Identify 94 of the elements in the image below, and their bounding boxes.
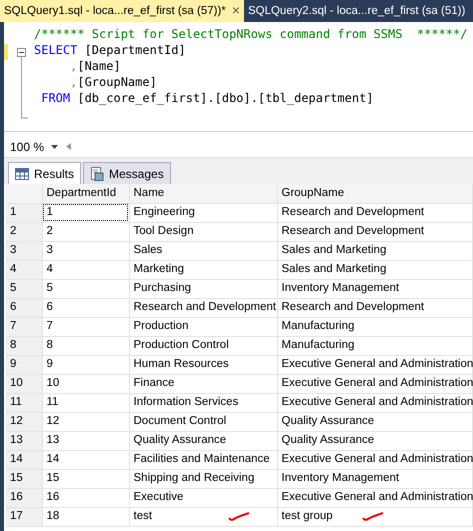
code-text: [GroupName] bbox=[77, 74, 157, 90]
column-header[interactable]: Name bbox=[129, 184, 277, 203]
row-number[interactable]: 6 bbox=[6, 298, 42, 317]
document-tab[interactable]: SQLQuery1.sql - loca...re_ef_first (sa (57))* × bbox=[0, 0, 244, 22]
table-cell: Engineering bbox=[129, 203, 277, 222]
table-cell: Production Control bbox=[129, 336, 277, 355]
table-cell: Production bbox=[129, 317, 277, 336]
document-tab[interactable]: SQLQuery2.sql - loca...re_ef_first (sa (51)) bbox=[244, 0, 470, 22]
grid-icon bbox=[15, 168, 29, 180]
table-cell: Facilities and Maintenance bbox=[129, 450, 277, 469]
table-cell: Marketing bbox=[129, 260, 277, 279]
table-cell: 8 bbox=[42, 336, 129, 355]
table-cell: Research and Development bbox=[129, 298, 277, 317]
change-marker bbox=[4, 44, 8, 60]
table-cell: 2 bbox=[42, 222, 129, 241]
table-cell: 9 bbox=[42, 355, 129, 374]
table-cell: Quality Assurance bbox=[277, 412, 472, 431]
close-button[interactable]: × bbox=[232, 3, 240, 17]
code-text: [db_core_ef_first].[dbo].[tbl_department] bbox=[76, 90, 374, 106]
row-number[interactable]: 17 bbox=[6, 507, 42, 526]
table-cell: Quality Assurance bbox=[277, 431, 472, 450]
results-tab[interactable]: Results bbox=[8, 162, 82, 185]
column-header[interactable]: GroupName bbox=[277, 184, 472, 203]
table-cell: Executive General and Administration bbox=[277, 393, 472, 412]
table-cell: Inventory Management bbox=[277, 279, 472, 298]
row-number[interactable]: 7 bbox=[6, 317, 42, 336]
table-cell: Executive General and Administration bbox=[277, 374, 472, 393]
table-cell: Tool Design bbox=[129, 222, 277, 241]
row-number[interactable]: 15 bbox=[6, 469, 42, 488]
table-cell: Human Resources bbox=[129, 355, 277, 374]
code-text: [Name] bbox=[77, 58, 121, 74]
code-text: FROM bbox=[40, 90, 70, 106]
table-cell: Executive General and Administration bbox=[277, 488, 472, 507]
check-mark-icon bbox=[362, 512, 384, 522]
table-cell: 7 bbox=[42, 317, 129, 336]
table-cell: Sales and Marketing bbox=[277, 260, 472, 279]
code-text: SELECT bbox=[34, 42, 78, 58]
table-cell: 14 bbox=[42, 450, 129, 469]
table-cell: Document Control bbox=[129, 412, 277, 431]
table-cell: test bbox=[129, 507, 277, 526]
table-cell: 13 bbox=[42, 431, 129, 450]
table-cell: 11 bbox=[42, 393, 129, 412]
table-cell: 16 bbox=[42, 488, 129, 507]
table-cell: Finance bbox=[129, 374, 277, 393]
code-text: , bbox=[69, 58, 78, 74]
table-cell: Sales bbox=[129, 241, 277, 260]
row-number[interactable]: 11 bbox=[6, 393, 42, 412]
row-number[interactable]: 13 bbox=[6, 431, 42, 450]
collapse-icon[interactable] bbox=[17, 48, 26, 57]
column-header[interactable]: DepartmentId bbox=[42, 184, 129, 203]
row-number[interactable]: 9 bbox=[6, 355, 42, 374]
document-icon bbox=[90, 166, 104, 180]
table-cell: 6 bbox=[42, 298, 129, 317]
table-cell: 3 bbox=[42, 241, 129, 260]
table-cell: 12 bbox=[42, 412, 129, 431]
outline-line bbox=[21, 56, 28, 118]
table-cell: 5 bbox=[42, 279, 129, 298]
table-cell: Research and Development bbox=[277, 298, 472, 317]
table-cell: Purchasing bbox=[129, 279, 277, 298]
table-cell: Shipping and Receiving bbox=[129, 469, 277, 488]
row-number[interactable]: 12 bbox=[6, 412, 42, 431]
table-cell: Manufacturing bbox=[277, 317, 472, 336]
row-number[interactable]: 8 bbox=[6, 336, 42, 355]
results-tab[interactable]: Messages bbox=[83, 162, 171, 184]
row-number[interactable]: 5 bbox=[6, 279, 42, 298]
table-cell: 18 bbox=[42, 507, 129, 526]
table-cell: 10 bbox=[42, 374, 129, 393]
table-cell: Quality Assurance bbox=[129, 431, 277, 450]
row-number[interactable]: 16 bbox=[6, 488, 42, 507]
check-mark-icon bbox=[228, 512, 250, 522]
scroll-left-icon[interactable] bbox=[66, 143, 71, 150]
row-number[interactable]: 3 bbox=[6, 241, 42, 260]
table-cell: 1 bbox=[42, 203, 129, 222]
row-number[interactable]: 14 bbox=[6, 450, 42, 469]
row-number[interactable]: 4 bbox=[6, 260, 42, 279]
table-cell: Inventory Management bbox=[277, 469, 472, 488]
table-cell: Manufacturing bbox=[277, 336, 472, 355]
table-cell: Information Services bbox=[129, 393, 277, 412]
table-cell: 15 bbox=[42, 469, 129, 488]
table-cell: Sales and Marketing bbox=[277, 241, 472, 260]
table-cell: Research and Development bbox=[277, 203, 472, 222]
table-cell: Executive bbox=[129, 488, 277, 507]
code-text: [DepartmentId] bbox=[84, 42, 186, 58]
table-cell: Executive General and Administration bbox=[277, 450, 472, 469]
table-cell: Research and Development bbox=[277, 222, 472, 241]
row-number[interactable]: 10 bbox=[6, 374, 42, 393]
row-number[interactable]: 1 bbox=[6, 203, 42, 222]
table-cell: 4 bbox=[42, 260, 129, 279]
row-number[interactable]: 2 bbox=[6, 222, 42, 241]
table-cell: Executive General and Administration bbox=[277, 355, 472, 374]
code-text: /****** Script for SelectTopNRows command from SSMS ******/ bbox=[34, 26, 468, 42]
caret-icon bbox=[51, 144, 58, 148]
code-text: , bbox=[69, 74, 78, 90]
table-cell: test group bbox=[277, 507, 472, 526]
